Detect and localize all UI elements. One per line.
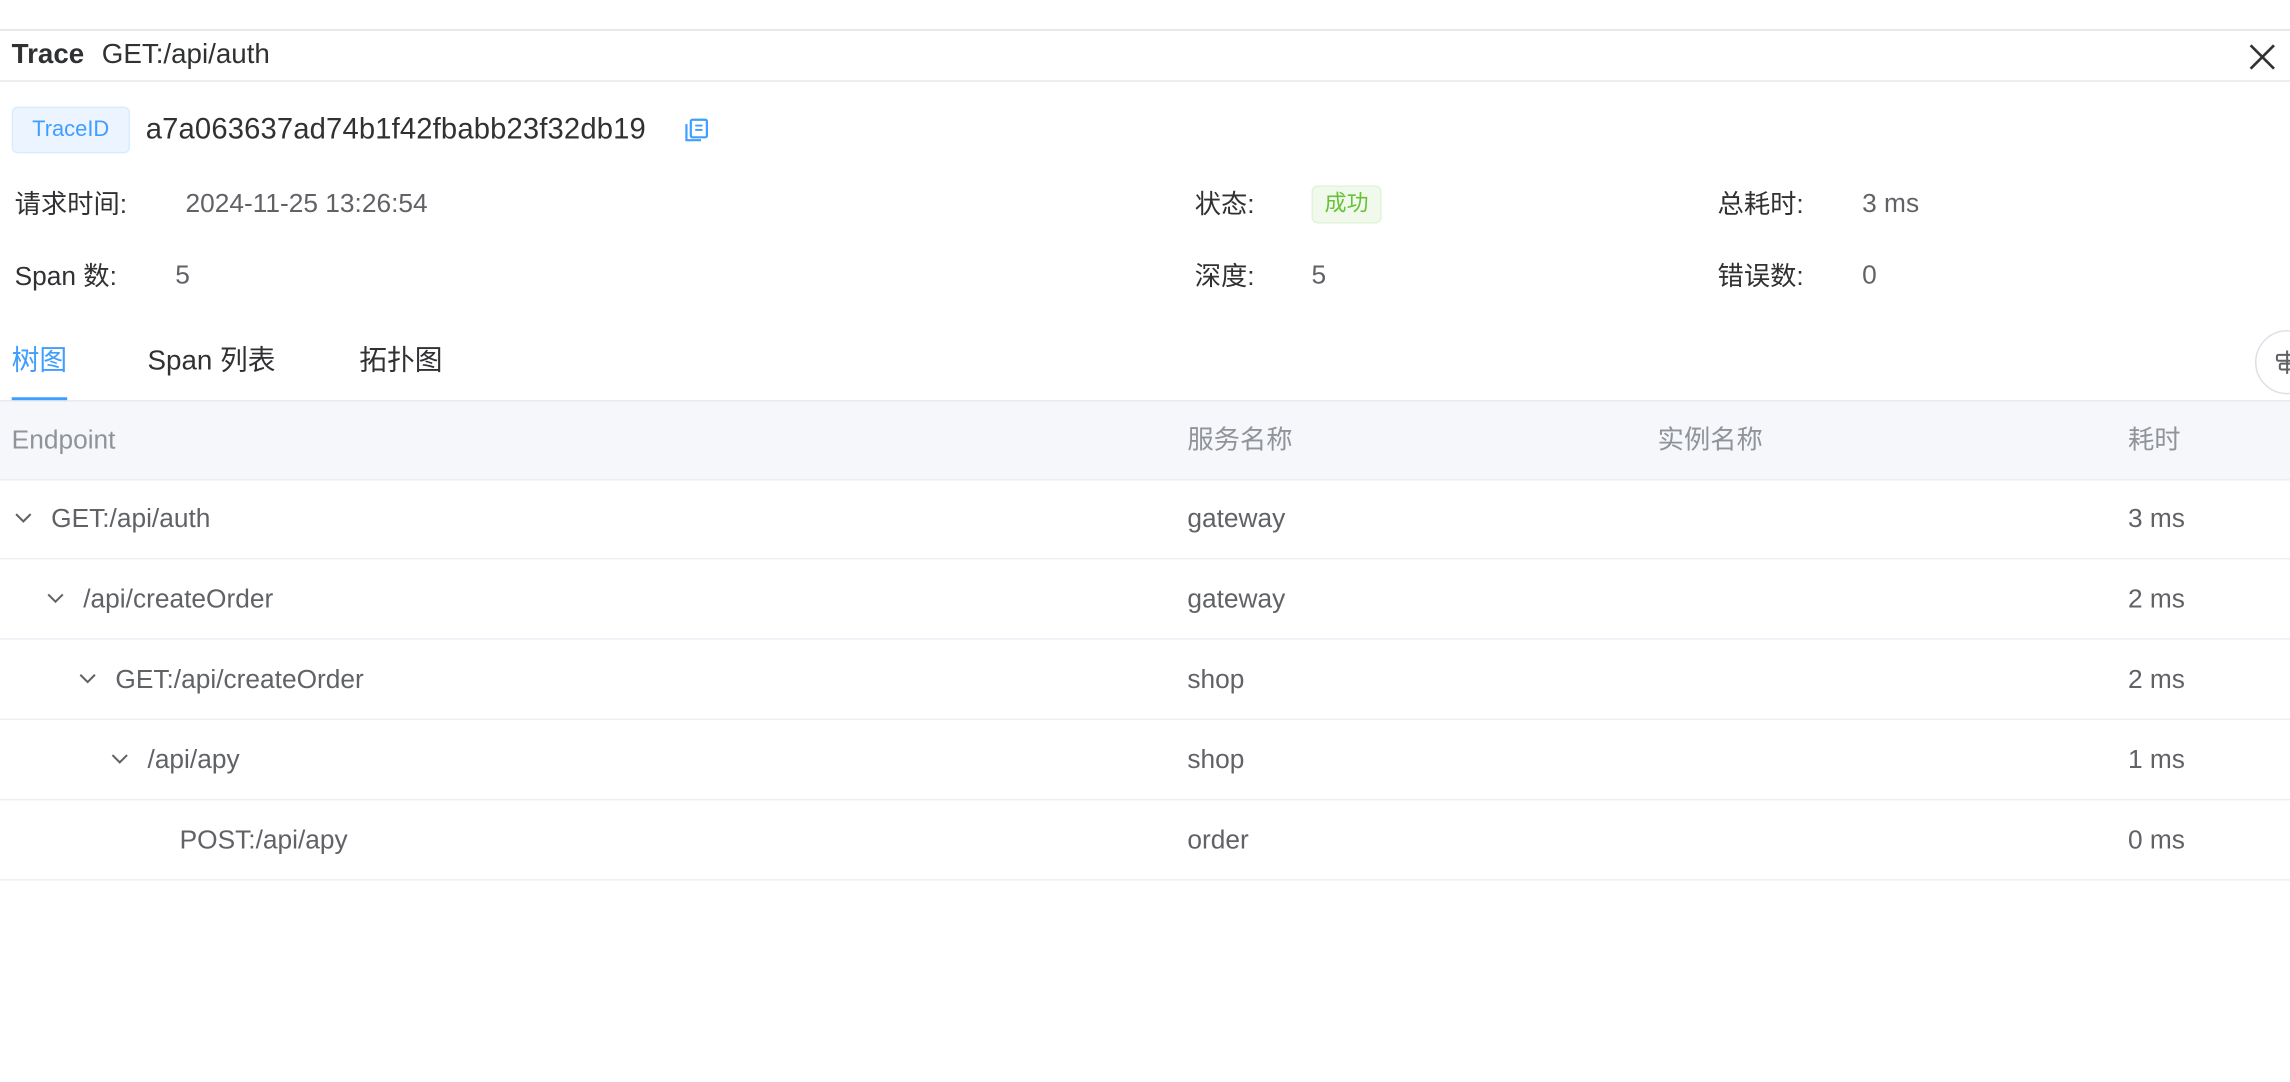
endpoint-cell: /api/apy [147, 744, 240, 775]
chevron-down-icon[interactable] [77, 669, 97, 689]
duration-field: 总耗时: [1718, 185, 1804, 220]
endpoint-cell: GET:/api/createOrder [115, 664, 364, 694]
table-row[interactable]: /api/apy shop 1 ms [0, 720, 2290, 801]
column-instance: 实例名称 [1657, 425, 1763, 455]
error-count-label: 错误数: [1717, 261, 1804, 291]
error-count-value: 0 [1862, 259, 1877, 290]
tab-tree[interactable]: 树图 [11, 330, 68, 401]
align-icon [2275, 350, 2290, 374]
align-button[interactable] [2255, 330, 2290, 395]
endpoint-cell: POST:/api/apy [179, 825, 348, 855]
header-label: Trace [11, 39, 85, 71]
table-row[interactable]: GET:/api/auth gateway 3 ms [0, 479, 2290, 560]
duration-cell: 2 ms [2127, 664, 2185, 694]
table-header: Endpoint 服务名称 实例名称 耗时 [0, 401, 2290, 481]
duration-label: 总耗时: [1717, 189, 1804, 220]
table-row[interactable]: POST:/api/apy order 0 ms [0, 800, 2290, 881]
duration-cell: 2 ms [2127, 584, 2185, 614]
status-label: 状态: [1194, 189, 1255, 220]
status-badge: 成功 [1311, 185, 1382, 224]
span-count-label: Span 数: [14, 261, 117, 291]
trace-id-row: TraceID a7a063637ad74b1f42fbabb23f32db19 [11, 106, 710, 154]
trace-id-value: a7a063637ad74b1f42fbabb23f32db19 [145, 113, 646, 146]
service-cell: gateway [1187, 503, 1286, 534]
error-count-field: 错误数: [1718, 257, 1804, 292]
duration-cell: 1 ms [2127, 744, 2185, 775]
request-time-label: 请求时间: [14, 189, 128, 220]
drawer-header: Trace GET:/api/auth [0, 31, 2290, 82]
duration-value: 3 ms [1862, 188, 1920, 218]
copy-button[interactable] [684, 117, 710, 143]
column-endpoint: Endpoint [11, 425, 116, 455]
table-row[interactable]: GET:/api/createOrder shop 2 ms [0, 640, 2290, 721]
chevron-down-icon[interactable] [13, 508, 33, 528]
service-cell: gateway [1187, 584, 1286, 614]
close-icon [2249, 44, 2275, 70]
service-cell: shop [1187, 664, 1245, 694]
view-tabs: 树图 Span 列表 拓扑图 [0, 330, 2290, 402]
service-cell: order [1187, 825, 1249, 855]
chevron-down-icon[interactable] [45, 589, 65, 609]
tab-span-list[interactable]: Span 列表 [148, 330, 276, 397]
tab-topology[interactable]: 拓扑图 [359, 330, 442, 397]
span-count-field: Span 数: [15, 257, 117, 292]
trace-id-tag: TraceID [11, 106, 130, 154]
table-row[interactable]: /api/createOrder gateway 2 ms [0, 559, 2290, 640]
request-time-value: 2024-11-25 13:26:54 [185, 188, 428, 218]
span-count-value: 5 [175, 259, 190, 290]
request-time-field: 请求时间: [15, 185, 127, 220]
service-cell: shop [1187, 744, 1245, 775]
depth-label: 深度: [1194, 261, 1255, 291]
copy-icon [685, 118, 709, 142]
chevron-down-icon[interactable] [110, 749, 130, 769]
column-duration: 耗时 [2127, 425, 2181, 455]
endpoint-cell: GET:/api/auth [51, 503, 211, 534]
depth-value: 5 [1311, 259, 1327, 290]
depth-field: 深度: [1195, 257, 1255, 292]
close-button[interactable] [2246, 41, 2278, 73]
trace-title: GET:/api/auth [101, 39, 270, 71]
trace-drawer: Trace GET:/api/auth TraceID a7a063637ad7… [0, 0, 2290, 1082]
status-field: 状态: [1195, 185, 1255, 220]
duration-cell: 0 ms [2127, 825, 2185, 855]
column-service: 服务名称 [1187, 425, 1293, 455]
endpoint-cell: /api/createOrder [83, 584, 274, 614]
duration-cell: 3 ms [2127, 503, 2185, 534]
